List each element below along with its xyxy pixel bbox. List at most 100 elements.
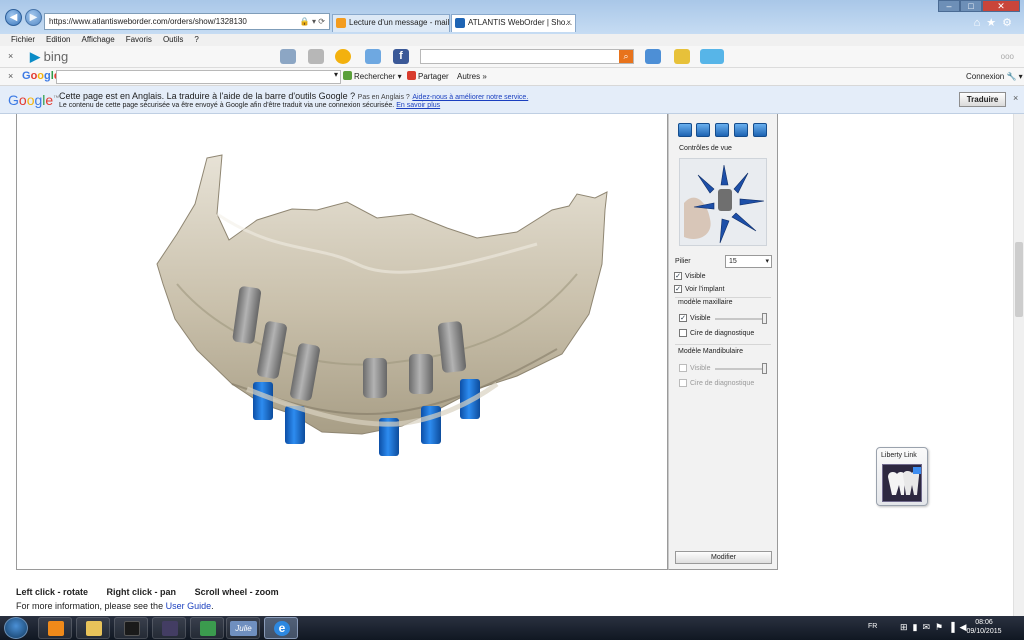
translator-icon[interactable] bbox=[674, 49, 690, 64]
home-icon: ⌂ bbox=[973, 17, 987, 29]
taskbar-dental-app[interactable] bbox=[152, 617, 186, 639]
tab-close-icon[interactable]: × bbox=[566, 15, 571, 31]
voir-implant-checkbox[interactable]: ✓ bbox=[674, 285, 682, 293]
wrench-icon: 🔧 bbox=[1006, 72, 1017, 81]
visible-checkbox[interactable]: ✓ bbox=[674, 272, 682, 280]
menu-fichier[interactable]: Fichier bbox=[11, 35, 35, 44]
pilier-select[interactable]: 15 ▾ bbox=[725, 255, 772, 268]
language-indicator[interactable]: FR bbox=[868, 623, 877, 630]
start-button[interactable] bbox=[4, 617, 28, 639]
menu-edition[interactable]: Edition bbox=[46, 35, 70, 44]
taskbar-internet-explorer[interactable]: e bbox=[264, 617, 298, 639]
browser-toolbar-icons[interactable]: ⌂★⚙ bbox=[974, 16, 1018, 29]
maxillaire-visible-checkbox[interactable]: ✓ bbox=[679, 314, 687, 322]
edit-icon[interactable] bbox=[696, 123, 710, 137]
liberty-link-widget[interactable]: Liberty Link bbox=[876, 447, 928, 506]
taskbar-julie[interactable]: Julie bbox=[226, 617, 260, 639]
network-icon: ▮ bbox=[912, 622, 923, 632]
facebook-icon[interactable]: f bbox=[393, 49, 409, 64]
translate-secure-note: Le contenu de cette page sécurisée va êt… bbox=[59, 102, 441, 109]
lock-icon[interactable]: 🔒 ▾ ⟳ bbox=[300, 14, 325, 29]
translate-close-icon[interactable]: × bbox=[1013, 93, 1018, 103]
zoom-icon[interactable] bbox=[734, 123, 748, 137]
user-guide-link[interactable]: User Guide bbox=[166, 601, 212, 611]
google-logo: Google bbox=[22, 70, 60, 82]
chevron-down-icon: ▾ bbox=[765, 258, 769, 265]
page-content: Contrôles de vue Pilier 15 ▾ ✓ Visible ✓… bbox=[0, 114, 1024, 616]
menu-outils[interactable]: Outils bbox=[163, 35, 183, 44]
maps-icon[interactable] bbox=[308, 49, 324, 64]
slider-handle[interactable] bbox=[762, 313, 767, 324]
mandibulaire-cire-checkbox[interactable] bbox=[679, 379, 687, 387]
vertical-scrollbar[interactable] bbox=[1013, 114, 1024, 616]
maximize-button[interactable]: □ bbox=[960, 0, 982, 12]
scrollbar-thumb[interactable] bbox=[1015, 242, 1023, 317]
taskbar-games[interactable] bbox=[190, 617, 224, 639]
modifier-button[interactable]: Modifier bbox=[675, 551, 772, 564]
clock[interactable]: 08:06 09/10/2015 bbox=[958, 618, 1010, 636]
mandibulaire-visible-checkbox[interactable] bbox=[679, 364, 687, 372]
view-control-panel: Contrôles de vue Pilier 15 ▾ ✓ Visible ✓… bbox=[668, 114, 778, 570]
window-close-button[interactable]: ✕ bbox=[982, 0, 1020, 12]
slider-handle[interactable] bbox=[762, 363, 767, 374]
teeth-icon bbox=[162, 621, 178, 636]
translate-button[interactable]: Traduire bbox=[959, 92, 1006, 107]
weather-icon[interactable] bbox=[335, 49, 351, 64]
google-search-button[interactable]: Rechercher ▾ bbox=[343, 71, 402, 83]
modele-maxillaire-title: modèle maxillaire bbox=[678, 299, 733, 306]
internet-explorer-icon: e bbox=[274, 621, 290, 636]
model-view-icon[interactable] bbox=[715, 123, 729, 137]
mandibulaire-cire-label: Cire de diagnostique bbox=[690, 380, 755, 387]
forward-button[interactable]: ▶ bbox=[25, 9, 42, 26]
mail-icon[interactable] bbox=[365, 49, 381, 64]
google-more-button[interactable]: Autres » bbox=[457, 71, 487, 83]
right-click-hint: Right click - pan bbox=[106, 587, 177, 597]
viewer-instructions: Left click - rotate Right click - pan Sc… bbox=[16, 587, 295, 597]
tab-mail[interactable]: Lecture d'un message - mail O... bbox=[332, 14, 450, 32]
google-share-button[interactable]: Partager bbox=[407, 71, 449, 83]
browser-title-bar: ◀ ▶ https://www.atlantisweborder.com/ord… bbox=[0, 0, 1024, 34]
google-signin-button[interactable]: Connexion 🔧 ▾ bbox=[966, 71, 1023, 83]
bing-more-icon[interactable]: ooo bbox=[1001, 52, 1014, 61]
menu-help[interactable]: ? bbox=[194, 35, 198, 44]
abutment-5 bbox=[409, 354, 433, 394]
address-bar[interactable]: https://www.atlantisweborder.com/orders/… bbox=[44, 13, 330, 30]
like-icon[interactable] bbox=[645, 49, 661, 64]
screen-icon[interactable] bbox=[753, 123, 767, 137]
refresh-view-icon[interactable] bbox=[678, 123, 692, 137]
tab-atlantis[interactable]: ATLANTIS WebOrder | Sho... × bbox=[451, 14, 576, 32]
learn-more-link[interactable]: En savoir plus bbox=[396, 102, 440, 109]
scroll-hint: Scroll wheel - zoom bbox=[194, 587, 279, 597]
taskbar-explorer[interactable] bbox=[76, 617, 110, 639]
hat-icon bbox=[124, 621, 140, 636]
modele-mandibulaire-title: Modèle Mandibulaire bbox=[678, 348, 743, 355]
tab-atlantis-label: ATLANTIS WebOrder | Sho... bbox=[468, 18, 573, 27]
search-icon[interactable]: ⌕ bbox=[619, 50, 633, 63]
maxillaire-cire-checkbox[interactable] bbox=[679, 329, 687, 337]
bing-close-icon[interactable]: × bbox=[8, 51, 13, 61]
menu-affichage[interactable]: Affichage bbox=[81, 35, 114, 44]
help-link[interactable]: Aidez-nous à améliorer notre service. bbox=[412, 94, 528, 101]
bing-extra-icon[interactable] bbox=[700, 49, 724, 64]
divider bbox=[675, 297, 771, 298]
folder-icon bbox=[86, 621, 102, 636]
mandibulaire-opacity-slider[interactable] bbox=[715, 363, 767, 374]
bing-search-input[interactable]: ⌕ bbox=[420, 49, 634, 64]
taskbar-app-hat[interactable] bbox=[114, 617, 148, 639]
menu-favoris[interactable]: Favoris bbox=[126, 35, 152, 44]
back-button[interactable]: ◀ bbox=[5, 9, 22, 26]
news-icon[interactable] bbox=[280, 49, 296, 64]
search-icon bbox=[343, 71, 352, 80]
menu-bar: Fichier Edition Affichage Favoris Outils? bbox=[0, 34, 1024, 46]
share-icon bbox=[407, 71, 416, 80]
3d-model-viewer[interactable] bbox=[16, 114, 668, 570]
view-control-widget[interactable] bbox=[679, 158, 767, 246]
translate-bar: Google™ Cette page est en Anglais. La tr… bbox=[0, 86, 1024, 114]
google-toolbar: × Google ▾ Rechercher ▾ Partager Autres … bbox=[0, 68, 1024, 86]
google-search-input[interactable]: ▾ bbox=[56, 70, 341, 84]
google-close-icon[interactable]: × bbox=[8, 71, 13, 81]
windows-icon: ⊞ bbox=[900, 622, 913, 632]
minimize-button[interactable]: – bbox=[938, 0, 960, 12]
maxillaire-opacity-slider[interactable] bbox=[715, 313, 767, 324]
taskbar-media-player[interactable] bbox=[38, 617, 72, 639]
